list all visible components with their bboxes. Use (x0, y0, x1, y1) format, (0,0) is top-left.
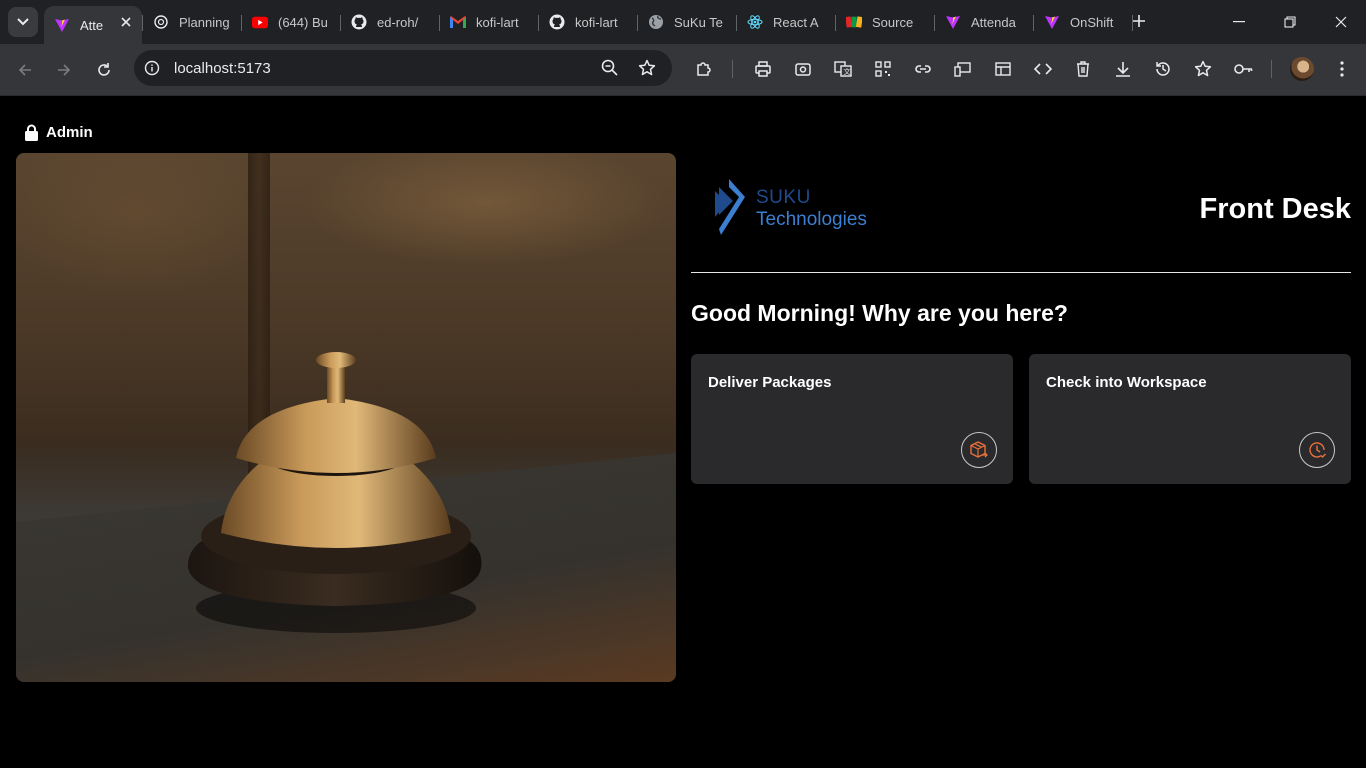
service-bell-illustration (187, 352, 482, 633)
tab-react[interactable]: React A (737, 6, 835, 38)
close-icon (1335, 16, 1347, 28)
gmail-icon (450, 14, 466, 30)
arrow-right-icon (58, 64, 71, 76)
vite-icon (1044, 14, 1060, 30)
tab-attendance[interactable]: Atte (44, 6, 142, 44)
tab-title: Attenda (971, 14, 1016, 30)
minimize-button[interactable] (1214, 0, 1264, 44)
suku-logo-icon (715, 179, 745, 235)
close-icon[interactable] (118, 14, 134, 30)
bookmark-star-icon[interactable] (638, 59, 656, 82)
card-title: Deliver Packages (708, 374, 832, 391)
layout-icon[interactable] (990, 56, 1016, 82)
tab-title: Planning (179, 14, 230, 30)
package-icon (961, 432, 997, 468)
restore-button[interactable] (1265, 0, 1315, 44)
card-title: Check into Workspace (1046, 374, 1207, 391)
toolbar-separator (732, 60, 733, 78)
reload-button[interactable] (90, 56, 118, 84)
clock-icon (1299, 432, 1335, 468)
new-tab-button[interactable] (1128, 10, 1150, 32)
logo-text-suku: SUKU (756, 187, 811, 208)
logo-text-technologies: Technologies (756, 209, 867, 230)
react-icon (747, 14, 763, 30)
browser-tab-strip: Atte Planning (644) Bu ed-roh/ kofi-lart… (0, 0, 1366, 44)
back-button[interactable] (11, 56, 39, 84)
tab-source[interactable]: Source (836, 6, 934, 38)
window-close-button[interactable] (1316, 0, 1366, 44)
github-icon (351, 14, 367, 30)
minimize-icon (1233, 21, 1245, 23)
profile-avatar[interactable] (1290, 57, 1314, 81)
qr-code-icon[interactable] (870, 56, 896, 82)
vite-icon (54, 17, 70, 33)
tab-onshift[interactable]: OnShift (1034, 6, 1132, 38)
tab-attendance-2[interactable]: Attenda (935, 6, 1033, 38)
tab-search-button[interactable] (8, 7, 38, 37)
device-icon[interactable] (950, 56, 976, 82)
code-icon[interactable] (1030, 56, 1056, 82)
tab-title: Source (872, 14, 914, 30)
restore-icon (1284, 16, 1296, 28)
tab-title: OnShift (1070, 14, 1114, 30)
link-icon[interactable] (910, 56, 936, 82)
page-content: Admin SUKU Technologies Front Desk Good … (0, 97, 1366, 768)
menu-dots-icon[interactable] (1329, 56, 1355, 82)
tab-title: ed-roh/ (377, 14, 419, 30)
print-icon[interactable] (750, 56, 776, 82)
reload-icon (98, 63, 110, 76)
greeting-heading: Good Morning! Why are you here? (691, 300, 1068, 326)
download-icon[interactable] (1110, 56, 1136, 82)
vite-icon (945, 14, 961, 30)
bookmarks-icon[interactable] (1190, 56, 1216, 82)
extensions-icon[interactable] (691, 56, 717, 82)
tab-title: React A (773, 14, 819, 30)
check-into-workspace-card[interactable]: Check into Workspace (1029, 354, 1351, 484)
history-icon[interactable] (1150, 56, 1176, 82)
browser-toolbar: localhost:5173 文 (0, 44, 1366, 96)
openai-icon (153, 14, 169, 30)
site-info-icon[interactable] (144, 60, 160, 81)
translate-icon[interactable]: 文 (830, 56, 856, 82)
tab-title: SuKu Te (674, 14, 723, 30)
page-title: Front Desk (1199, 193, 1351, 225)
tab-youtube[interactable]: (644) Bu (242, 6, 340, 38)
tab-title: kofi-lart (476, 14, 519, 30)
youtube-icon (252, 14, 268, 30)
tab-list: Atte Planning (644) Bu ed-roh/ kofi-lart… (44, 6, 1133, 44)
tab-planning[interactable]: Planning (143, 6, 241, 38)
trash-icon[interactable] (1070, 56, 1096, 82)
zoom-icon[interactable] (601, 59, 619, 82)
url-text[interactable]: localhost:5173 (174, 60, 271, 77)
globe-icon (648, 14, 664, 30)
company-logo: SUKU Technologies (713, 177, 867, 237)
password-key-icon[interactable] (1230, 56, 1256, 82)
divider (691, 272, 1351, 273)
forward-button[interactable] (50, 56, 78, 84)
hero-image-service-bell (16, 153, 676, 682)
chevron-down-icon (17, 18, 29, 26)
tab-github-kofi[interactable]: kofi-lart (539, 6, 637, 38)
toolbar-separator (1271, 60, 1272, 78)
screenshot-icon[interactable] (790, 56, 816, 82)
tab-suku[interactable]: SuKu Te (638, 6, 736, 38)
tab-title: (644) Bu (278, 14, 328, 30)
address-bar[interactable]: localhost:5173 (134, 50, 672, 86)
deliver-packages-card[interactable]: Deliver Packages (691, 354, 1013, 484)
lock-icon (25, 124, 38, 141)
tab-gmail[interactable]: kofi-lart (440, 6, 538, 38)
tab-title: kofi-lart (575, 14, 618, 30)
svg-text:文: 文 (844, 67, 851, 76)
zoho-icon (846, 14, 862, 30)
admin-link[interactable]: Admin (24, 124, 93, 141)
github-icon (549, 14, 565, 30)
arrow-left-icon (18, 64, 31, 76)
plus-icon (1133, 15, 1145, 27)
admin-label: Admin (46, 124, 93, 141)
tab-github-edroh[interactable]: ed-roh/ (341, 6, 439, 38)
